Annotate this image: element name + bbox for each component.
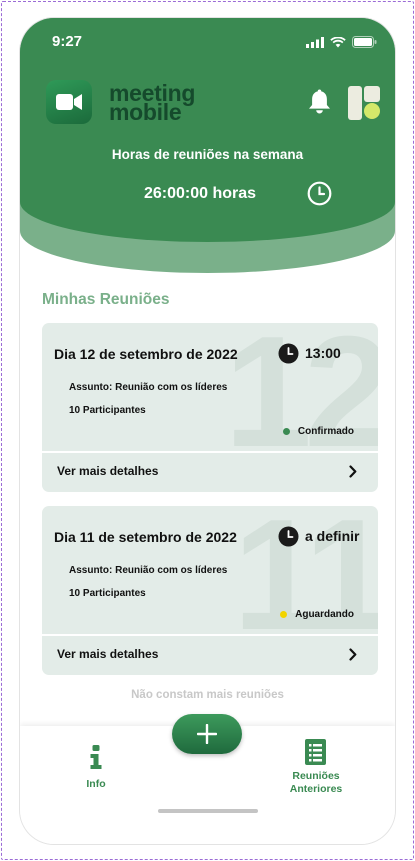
- nav-info-label[interactable]: Info: [76, 778, 116, 790]
- clock-icon: [307, 181, 332, 206]
- card-day-watermark: 12: [224, 323, 378, 480]
- details-link[interactable]: Ver mais detalhes: [57, 647, 158, 661]
- weekly-hours-value: 26:00:00 horas: [144, 185, 257, 202]
- info-icon: [90, 745, 102, 769]
- nav-previous-label-line-2: Anteriores: [289, 783, 343, 795]
- meeting-status: Confirmado: [282, 426, 354, 437]
- clock-icon: [278, 343, 299, 364]
- meeting-date: Dia 11 de setembro de 2022: [54, 529, 237, 545]
- home-indicator: [158, 809, 258, 813]
- empty-list-message: Não constam mais reuniões: [131, 689, 284, 701]
- status-dot: [280, 611, 288, 618]
- meeting-subject: Assunto: Reunião com os líderes: [69, 382, 228, 393]
- meeting-time: 13:00: [305, 345, 341, 361]
- clock-icon: [278, 526, 299, 547]
- card-divider: [42, 451, 378, 453]
- meeting-time: a definir: [305, 528, 360, 544]
- status-label: Confirmado: [297, 426, 354, 437]
- wifi-icon: [330, 36, 346, 47]
- battery-icon: [352, 36, 377, 48]
- chevron-right-icon[interactable]: [349, 648, 357, 661]
- phone-screen: 9:27 meeting mobile Horas de reuniões na…: [20, 18, 395, 844]
- nav-previous-meetings-label[interactable]: Reuniões Anteriores: [274, 770, 358, 796]
- details-link[interactable]: Ver mais detalhes: [57, 464, 158, 478]
- brand-name: meeting mobile: [109, 82, 195, 124]
- meeting-participants: 10 Participantes: [69, 405, 146, 416]
- list-icon[interactable]: [305, 739, 326, 765]
- section-title: Minhas Reuniões: [42, 291, 170, 308]
- meeting-participants: 10 Participantes: [69, 588, 146, 599]
- status-time: 9:27: [52, 33, 83, 50]
- nav-previous-label-line-1: Reuniões: [292, 770, 340, 782]
- add-meeting-button[interactable]: [172, 714, 242, 754]
- status-dot: [282, 428, 290, 435]
- camera-icon: [56, 94, 82, 110]
- signal-icon: [306, 36, 324, 48]
- meeting-status: Aguardando: [280, 609, 354, 620]
- nav-info-button[interactable]: [76, 745, 116, 774]
- meeting-card: 12 Dia 12 de setembro de 2022 13:00 Assu…: [42, 323, 378, 492]
- app-logo: [46, 80, 92, 124]
- plus-icon: [197, 724, 217, 744]
- meeting-date: Dia 12 de setembro de 2022: [54, 346, 238, 362]
- meeting-subject: Assunto: Reunião com os líderes: [69, 565, 228, 576]
- status-label: Aguardando: [295, 609, 354, 620]
- header: 9:27 meeting mobile Horas de reuniões na…: [20, 18, 395, 242]
- status-icons: [306, 36, 377, 48]
- chevron-right-icon[interactable]: [349, 465, 357, 478]
- user-logo-icon[interactable]: [348, 86, 380, 120]
- meeting-card: 11 Dia 11 de setembro de 2022 a definir …: [42, 506, 378, 675]
- card-divider: [42, 634, 378, 636]
- bell-icon[interactable]: [308, 89, 331, 114]
- weekly-hours-label: Horas de reuniões na semana: [111, 147, 304, 162]
